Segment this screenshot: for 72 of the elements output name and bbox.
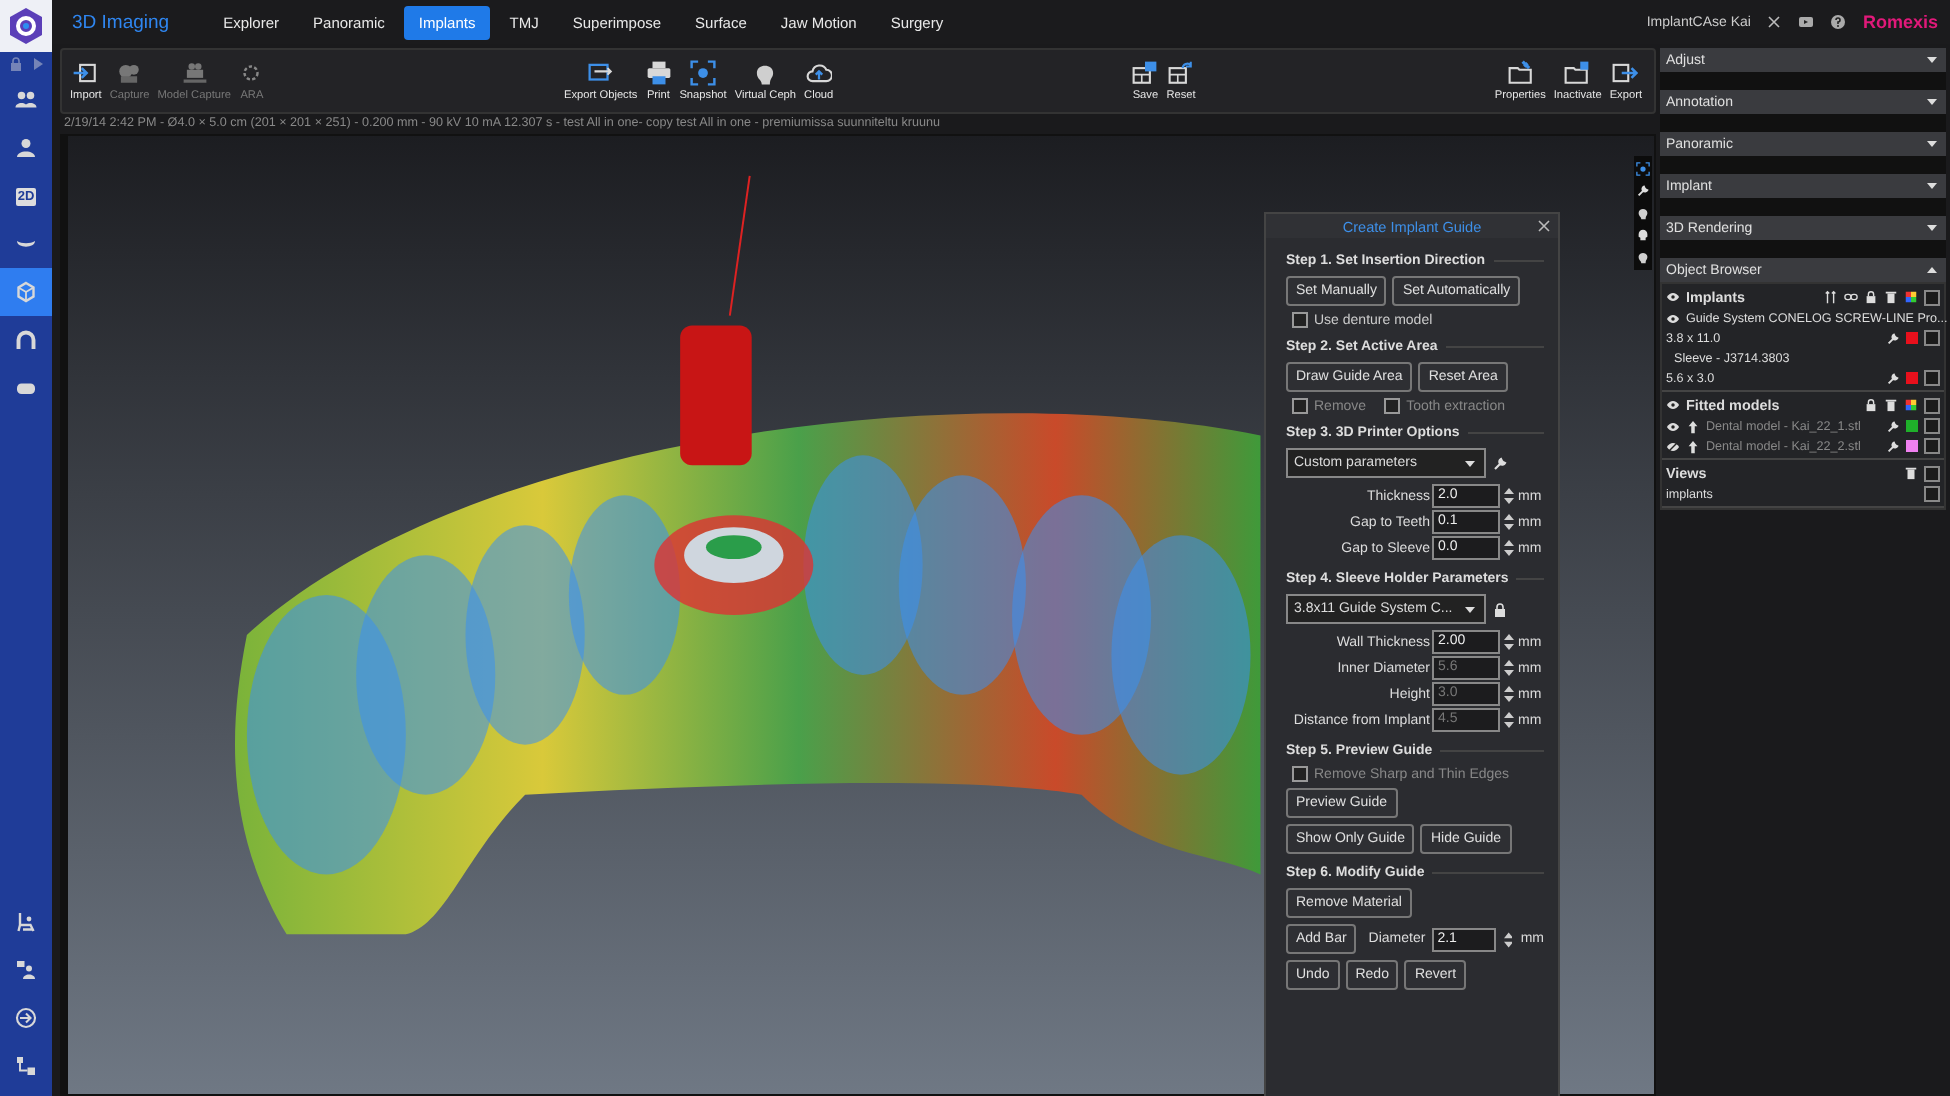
camera-icon (1636, 162, 1650, 176)
wrench-icon (1636, 184, 1650, 198)
snapshot-icon (690, 60, 717, 86)
folder-wrench-icon (1507, 60, 1534, 86)
play-icon (30, 56, 46, 72)
caret-down-icon (1924, 178, 1940, 194)
brand-name: Romexis (1862, 12, 1938, 32)
head-icon (1636, 250, 1650, 264)
dashed-circle-icon (238, 60, 265, 86)
head-icon (1636, 206, 1650, 220)
spinner-icon (1504, 512, 1514, 532)
wrench-icon (1886, 419, 1900, 433)
spinner-icon (1503, 929, 1513, 949)
caret-down-icon (1924, 52, 1940, 68)
caret-down-icon (1924, 136, 1940, 152)
spinner-icon (1504, 710, 1514, 730)
trash-icon (1904, 466, 1918, 480)
lock-icon (8, 56, 24, 72)
checkbox[interactable] (1924, 418, 1940, 434)
dental-chair-icon (14, 910, 38, 934)
wrench-icon (1886, 331, 1900, 345)
trash-icon (1884, 290, 1898, 304)
spinner-icon (1504, 538, 1514, 558)
cloud-upload-icon (805, 60, 832, 86)
scanner-icon (181, 60, 208, 86)
skull-icon (1636, 228, 1650, 242)
wrench-icon (1886, 371, 1900, 385)
folder-icon (1564, 60, 1591, 86)
trash-icon (1884, 398, 1898, 412)
wrench-icon (1886, 439, 1900, 453)
help-icon (1830, 14, 1847, 30)
checkbox[interactable] (1924, 370, 1940, 386)
checkbox[interactable] (1924, 486, 1940, 502)
lock-icon (1864, 290, 1878, 304)
caret-down-icon (1924, 220, 1940, 236)
checkbox[interactable] (1924, 465, 1940, 481)
arch-icon (14, 328, 38, 352)
caret-down-icon (1924, 94, 1940, 110)
spinner-icon (1504, 486, 1514, 506)
spinner-icon (1504, 658, 1514, 678)
palette-icon (1904, 398, 1918, 412)
checkbox[interactable] (1924, 397, 1940, 413)
palette-icon (1904, 290, 1918, 304)
camera-icon (116, 60, 143, 86)
checkbox[interactable] (1924, 438, 1940, 454)
export-icon (1612, 60, 1639, 86)
spinner-icon (1504, 632, 1514, 652)
caret-icon (1462, 455, 1478, 471)
close-icon[interactable] (1536, 218, 1552, 234)
caret-icon (1462, 601, 1478, 617)
print-icon (645, 60, 672, 86)
axes-icon (1824, 290, 1838, 304)
caret-up-icon (1924, 262, 1940, 278)
people-icon (14, 88, 38, 112)
video-icon (1798, 14, 1815, 30)
hexagon-logo-icon (8, 6, 44, 46)
head-icon (752, 60, 779, 86)
app-title: 3D Imaging (72, 11, 170, 33)
close-icon (1766, 14, 1783, 30)
lock-icon (1864, 398, 1878, 412)
import-icon (72, 60, 99, 86)
spinner-icon (1504, 684, 1514, 704)
sign-in-icon (14, 1006, 38, 1030)
link-icon (1844, 290, 1858, 304)
save-icon (1132, 60, 1159, 86)
checkbox[interactable] (1924, 330, 1940, 346)
person-icon (14, 136, 38, 160)
person-monitor-icon (14, 958, 38, 982)
undo-window-icon (1168, 60, 1195, 86)
checkbox[interactable] (1924, 289, 1940, 305)
cube-icon (14, 280, 38, 304)
tree-icon (14, 1054, 38, 1078)
